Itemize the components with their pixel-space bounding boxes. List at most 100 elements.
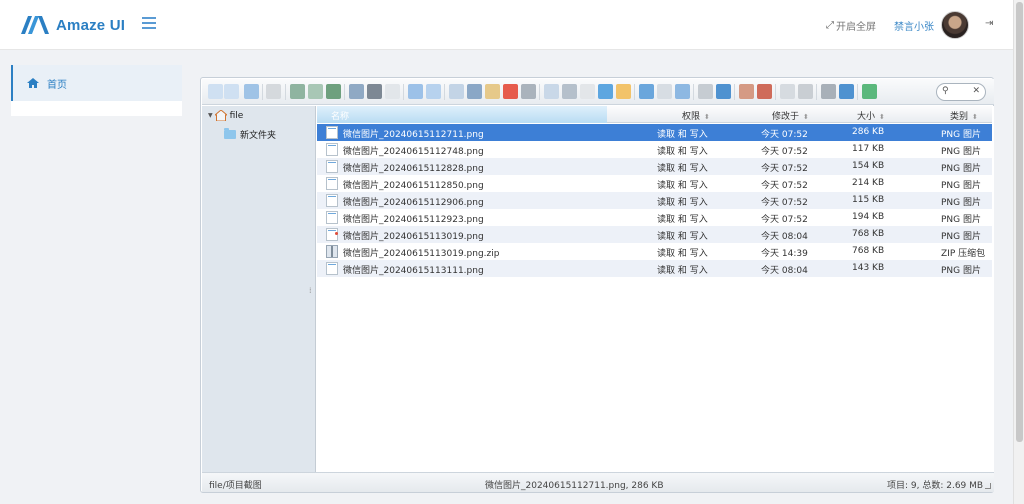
open-icon[interactable] [349, 84, 364, 99]
image-file-icon [326, 262, 338, 275]
sidebar-item-home[interactable]: 首页 [11, 65, 182, 101]
table-row[interactable]: 微信图片_20240615112906.png 读取 和 写入 今天 07:52 11… [317, 192, 992, 209]
scrollbar-thumb[interactable] [1016, 2, 1023, 442]
fullscreen-fm-icon[interactable] [862, 84, 877, 99]
folder-tree: ▼ file 新文件夹 ⁞ [202, 106, 316, 472]
settings-icon[interactable] [821, 84, 836, 99]
file-kind: PNG 图片 [941, 181, 981, 191]
file-name: 微信图片_20240615113111.png [343, 266, 484, 276]
select-all-icon[interactable] [780, 84, 795, 99]
download-icon[interactable] [367, 84, 382, 99]
mkfile-icon[interactable] [308, 84, 323, 99]
logout-icon[interactable]: ⇥ [985, 18, 993, 29]
table-row[interactable]: 微信图片_20240615113111.png 读取 和 写入 今天 08:04 14… [317, 260, 992, 277]
archive-icon[interactable] [675, 84, 690, 99]
tree-resize-handle[interactable]: ⁞ [309, 286, 312, 295]
file-modified: 今天 07:52 [761, 215, 808, 225]
delete-icon[interactable] [503, 84, 518, 99]
expand-arrow-icon[interactable]: ▼ [208, 112, 213, 119]
user-name[interactable]: 禁言小张 [894, 18, 934, 33]
copy-icon[interactable] [449, 84, 464, 99]
file-kind: PNG 图片 [941, 198, 981, 208]
cut-icon[interactable] [467, 84, 482, 99]
list-view-icon[interactable] [657, 84, 672, 99]
tree-item-new-folder[interactable]: 新文件夹 [224, 128, 276, 141]
help-icon[interactable] [839, 84, 854, 99]
file-size: 768 KB [852, 229, 885, 239]
info-icon[interactable] [716, 84, 731, 99]
table-row[interactable]: 微信图片_20240615112850.png 读取 和 写入 今天 07:52 21… [317, 175, 992, 192]
home-icon [27, 78, 39, 88]
image-file-icon [326, 143, 338, 156]
file-size: 214 KB [852, 178, 885, 188]
image-file-icon [326, 126, 338, 139]
extract-icon[interactable] [616, 84, 631, 99]
col-perm[interactable]: 权限 ⬍ [682, 109, 710, 122]
getfile-icon[interactable] [385, 84, 400, 99]
tree-root-file[interactable]: ▼ file [208, 110, 243, 121]
file-size: 115 KB [852, 195, 885, 205]
table-row[interactable]: 微信图片_20240615112711.png 读取 和 写入 今天 07:52 28… [317, 124, 992, 141]
search-icon: ⚲ [942, 86, 949, 96]
icons-view-icon[interactable] [639, 84, 654, 99]
empty-icon[interactable] [521, 84, 536, 99]
file-modified: 今天 07:52 [761, 130, 808, 140]
file-perm: 读取 和 写入 [657, 249, 708, 259]
sidebar: 首页 [11, 65, 182, 116]
window-resize-handle[interactable] [985, 483, 991, 489]
rename-icon[interactable] [562, 84, 577, 99]
file-kind: PNG 图片 [941, 130, 981, 140]
brand-logo[interactable]: Amaze UI [20, 13, 125, 37]
page-scrollbar[interactable] [1013, 0, 1024, 504]
edit-icon[interactable] [580, 84, 595, 99]
table-row[interactable]: 微信图片_20240615112748.png 读取 和 写入 今天 07:52 11… [317, 141, 992, 158]
menu-toggle-icon[interactable] [142, 17, 156, 29]
file-name: 微信图片_20240615112748.png [343, 147, 484, 157]
share-icon[interactable] [757, 84, 772, 99]
search-input[interactable]: ⚲ ✕ [936, 83, 986, 101]
file-modified: 今天 08:04 [761, 232, 808, 242]
chmod-icon[interactable] [739, 84, 754, 99]
table-row[interactable]: 微信图片_20240615112828.png 读取 和 写入 今天 07:52 15… [317, 158, 992, 175]
file-kind: ZIP 压缩包 [941, 249, 986, 259]
amaze-logo-icon [21, 16, 49, 34]
redo-icon[interactable] [426, 84, 441, 99]
print-icon[interactable] [798, 84, 813, 99]
tree-root-label: file [229, 110, 244, 121]
upload-icon[interactable] [326, 84, 341, 99]
file-size: 286 KB [852, 127, 885, 137]
back-icon[interactable] [208, 84, 223, 99]
file-manager: ⚲ ✕ ▼ file 新文件夹 ⁞ 名称 权限 ⬍ 修改于 ⬍ 大小 ⬍ 类别 ⬍ 微信… [200, 77, 994, 493]
forward-icon[interactable] [224, 84, 239, 99]
reload-icon[interactable] [266, 84, 281, 99]
resize-icon[interactable] [598, 84, 613, 99]
fullscreen-button[interactable]: ⤢ 开启全屏 [826, 18, 876, 33]
file-modified: 今天 14:39 [761, 249, 808, 259]
file-name: 微信图片_20240615112850.png [343, 181, 484, 191]
file-name: 微信图片_20240615112711.png [343, 130, 484, 140]
file-kind: PNG 图片 [941, 232, 981, 242]
undo-icon[interactable] [408, 84, 423, 99]
status-summary: 项目: 9, 总数: 2.69 MB [887, 481, 984, 491]
paste-icon[interactable] [485, 84, 500, 99]
col-size[interactable]: 大小 ⬍ [857, 109, 885, 122]
file-list: 名称 权限 ⬍ 修改于 ⬍ 大小 ⬍ 类别 ⬍ 微信图片_20240615112711.… [317, 106, 994, 472]
clear-icon[interactable]: ✕ [972, 86, 980, 96]
table-row[interactable]: 微信图片_20240615112923.png 读取 和 写入 今天 07:52 19… [317, 209, 992, 226]
table-row[interactable]: 微信图片_20240615113019.png.zip 读取 和 写入 今天 14:… [317, 243, 992, 260]
file-modified: 今天 07:52 [761, 181, 808, 191]
col-modified[interactable]: 修改于 ⬍ [772, 109, 809, 122]
table-row[interactable]: 微信图片_20240615113019.png 读取 和 写入 今天 08:04 76… [317, 226, 992, 243]
duplicate-icon[interactable] [544, 84, 559, 99]
file-size: 117 KB [852, 144, 885, 154]
file-kind: PNG 图片 [941, 164, 981, 174]
up-icon[interactable] [244, 84, 259, 99]
file-size: 154 KB [852, 161, 885, 171]
col-name[interactable]: 名称 [317, 106, 607, 123]
home-folder-icon [214, 110, 227, 121]
fullscreen-label: 开启全屏 [836, 22, 876, 33]
mkdir-icon[interactable] [290, 84, 305, 99]
preview-icon[interactable] [698, 84, 713, 99]
col-kind[interactable]: 类别 ⬍ [950, 109, 978, 122]
avatar[interactable] [941, 11, 969, 39]
